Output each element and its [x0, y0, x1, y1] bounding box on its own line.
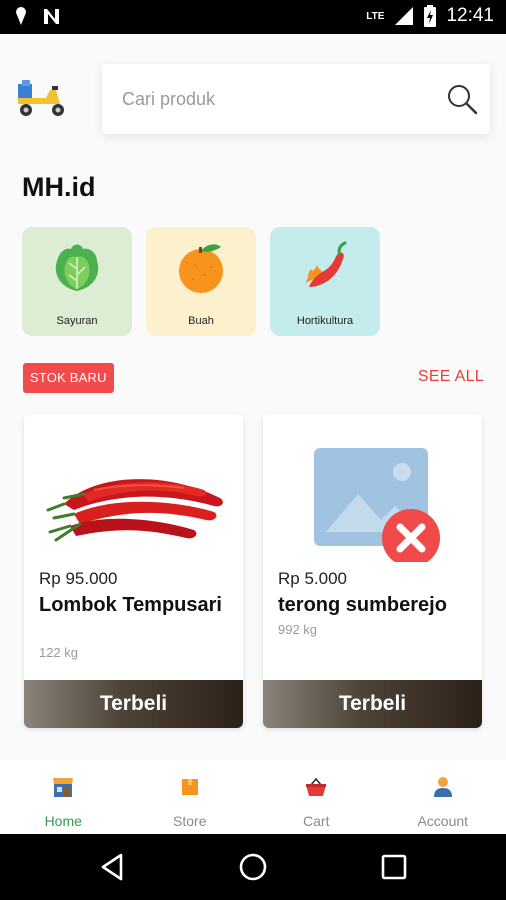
nav-label: Account	[417, 813, 469, 829]
product-price: Rp 95.000	[39, 569, 118, 588]
category-label: Buah	[188, 315, 214, 327]
broken-image-icon	[263, 414, 482, 562]
store-front-icon	[53, 778, 74, 797]
category-label: Sayuran	[56, 315, 98, 327]
person-icon	[433, 777, 452, 797]
chili-pepper-icon	[305, 241, 347, 287]
orange-fruit-icon	[179, 244, 223, 293]
nav-account[interactable]: Account	[380, 760, 506, 834]
category-sayuran[interactable]: Sayuran	[22, 227, 132, 336]
nav-home[interactable]: Home	[0, 760, 127, 834]
recents-square-icon[interactable]	[378, 851, 410, 883]
nav-label: Cart	[303, 813, 330, 829]
see-all-link[interactable]: SEE ALL	[418, 368, 484, 386]
category-label: Hortikultura	[296, 315, 354, 327]
category-list: Sayuran Buah Hortikultura	[22, 227, 380, 336]
header	[0, 34, 506, 154]
search-icon[interactable]	[446, 83, 478, 115]
nav-label: Store	[173, 813, 207, 829]
buy-button[interactable]: Terbeli	[263, 680, 482, 728]
delivery-scooter-icon[interactable]	[16, 78, 70, 120]
status-time: 12:41	[446, 5, 494, 26]
search-bar[interactable]	[102, 64, 490, 134]
nav-store[interactable]: Store	[127, 760, 254, 834]
product-stock: 992 kg	[278, 622, 318, 637]
notification-n-icon	[44, 9, 59, 24]
product-card[interactable]: Rp 95.000 Lombok Tempusari 122 kg Terbel…	[24, 414, 243, 728]
back-icon[interactable]	[97, 851, 129, 883]
red-chili-photo	[24, 414, 243, 562]
category-buah[interactable]: Buah	[146, 227, 256, 336]
lettuce-icon	[55, 244, 99, 291]
signal-icon	[395, 7, 414, 25]
product-price: Rp 5.000	[278, 569, 347, 588]
product-stock: 122 kg	[39, 645, 79, 660]
product-name: Lombok Tempusari	[39, 594, 222, 616]
system-navigation-bar	[0, 834, 506, 900]
battery-charging-icon	[424, 5, 437, 27]
store-title: MH.id	[22, 172, 96, 202]
product-card[interactable]: Rp 5.000 terong sumberejo 992 kg Terbeli	[263, 414, 482, 728]
product-name: terong sumberejo	[278, 594, 447, 616]
network-type: LTE	[366, 10, 385, 22]
buy-button[interactable]: Terbeli	[24, 680, 243, 728]
status-bar: LTE 12:41	[0, 0, 506, 34]
nav-cart[interactable]: Cart	[253, 760, 380, 834]
new-stock-badge: STOK BARU	[23, 363, 114, 393]
home-circle-icon[interactable]	[237, 851, 269, 883]
bottom-navigation: Home Store Cart Account	[0, 760, 506, 834]
category-hortikultura[interactable]: Hortikultura	[270, 227, 380, 336]
box-icon	[181, 779, 198, 795]
search-input[interactable]	[122, 64, 432, 134]
nav-label: Home	[44, 813, 82, 829]
basket-icon	[306, 777, 327, 796]
location-pin-icon	[16, 7, 26, 25]
